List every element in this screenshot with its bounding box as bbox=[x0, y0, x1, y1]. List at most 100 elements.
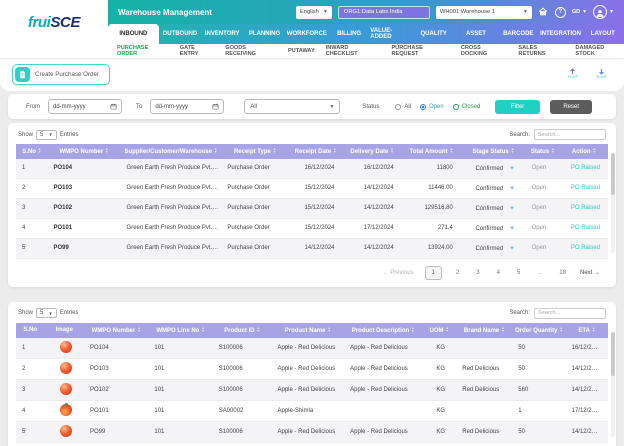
column-header[interactable]: Product Name ▲ ▼ bbox=[271, 322, 345, 338]
page-number[interactable]: 1 bbox=[424, 265, 442, 280]
order-line-row[interactable]: 1 PO104 101 S100006 Apple - Red Deliciou… bbox=[16, 337, 608, 359]
status-radio-option[interactable]: All bbox=[395, 103, 411, 110]
language-select[interactable]: English ▼ bbox=[295, 5, 332, 19]
sort-icon[interactable]: ▲ ▼ bbox=[390, 147, 393, 154]
column-header[interactable]: Product ID ▲ ▼ bbox=[212, 322, 272, 338]
sort-icon[interactable]: ▲ ▼ bbox=[592, 326, 595, 333]
user-initials-menu[interactable]: GD ▼ bbox=[572, 9, 587, 15]
filter-button[interactable]: Filter bbox=[494, 99, 541, 114]
column-header[interactable]: Receipt Date ▲ ▼ bbox=[288, 144, 343, 159]
nav-tab-workforce[interactable]: WORKFORCE bbox=[286, 24, 328, 44]
column-header[interactable]: Product Description ▲ ▼ bbox=[344, 322, 423, 338]
nav-tab-inventory[interactable]: INVENTORY bbox=[201, 24, 243, 44]
search-input[interactable] bbox=[534, 307, 606, 319]
column-header[interactable]: UOM ▲ ▼ bbox=[422, 322, 457, 338]
page-number[interactable]: 5 bbox=[514, 268, 523, 278]
status-radio-option[interactable]: Open bbox=[420, 103, 444, 110]
sort-icon[interactable]: ▲ ▼ bbox=[559, 326, 562, 333]
column-header[interactable]: Order Quantity ▲ ▼ bbox=[512, 322, 566, 338]
sort-icon[interactable]: ▲ ▼ bbox=[446, 326, 449, 333]
column-header[interactable]: S.No▲▼ bbox=[16, 144, 48, 159]
subnav-item-damaged-stock[interactable]: DAMAGED STOCK bbox=[575, 45, 624, 57]
column-header[interactable]: Supplier/Customer/Warehouse ▲ ▼ bbox=[120, 144, 222, 159]
sort-icon[interactable]: ▲ ▼ bbox=[450, 147, 453, 154]
column-header[interactable]: Receipt Type ▲ ▼ bbox=[221, 144, 289, 159]
to-date-input[interactable]: dd-mm-yyyy bbox=[150, 99, 225, 114]
subnav-item-goods-receiving[interactable]: GOODS RECEIVING bbox=[225, 45, 277, 57]
create-purchase-order-button[interactable]: Create Purchase Order bbox=[12, 64, 110, 85]
order-row[interactable]: 4 PO101 Green Earth Fresh Produce Pvt. L… bbox=[16, 218, 608, 239]
subnav-item-gate-entry[interactable]: GATE ENTRY bbox=[180, 45, 214, 57]
order-line-row[interactable]: 4 PO101 101 SA00002 Apple-Shimla KG 1 17… bbox=[16, 400, 608, 422]
subnav-item-putaway[interactable]: PUTAWAY bbox=[288, 48, 315, 54]
help-icon[interactable]: ? bbox=[554, 6, 566, 18]
nav-tab-layout[interactable]: LAYOUT bbox=[582, 24, 624, 44]
column-header[interactable]: Total Amount ▲ ▼ bbox=[401, 144, 461, 159]
nav-tab-value-added[interactable]: VALUE-ADDED bbox=[370, 24, 412, 44]
page-number[interactable]: 18 bbox=[556, 268, 569, 278]
column-header[interactable]: WMPO Number ▲ ▼ bbox=[47, 144, 121, 159]
order-row[interactable]: 2 PO103 Green Earth Fresh Produce Pvt. L… bbox=[16, 178, 608, 199]
column-header[interactable]: Brand Name ▲ ▼ bbox=[456, 322, 513, 338]
page-size-select[interactable]: 5 ▼ bbox=[36, 308, 57, 319]
sort-icon[interactable]: ▲ ▼ bbox=[137, 326, 140, 333]
po-raised-link[interactable]: PO Raised bbox=[559, 238, 608, 259]
sort-icon[interactable]: ▲ ▼ bbox=[333, 147, 336, 154]
nav-tab-barcode[interactable]: BARCODE bbox=[497, 24, 539, 44]
order-line-row[interactable]: 2 PO103 101 S100006 Apple - Red Deliciou… bbox=[16, 358, 608, 380]
sort-icon[interactable]: ▲ ▼ bbox=[501, 326, 504, 333]
sort-icon[interactable]: ▲ ▼ bbox=[327, 326, 330, 333]
column-header[interactable]: Status ▲ ▼ bbox=[525, 144, 560, 159]
sort-icon[interactable]: ▲ ▼ bbox=[593, 147, 596, 154]
column-header[interactable]: Action ▲ ▼ bbox=[559, 144, 608, 159]
po-raised-link[interactable]: PO Raised bbox=[559, 158, 608, 179]
stage-expand-icon[interactable]: + bbox=[510, 185, 514, 192]
page-number[interactable]: 4 bbox=[494, 268, 503, 278]
po-raised-link[interactable]: PO Raised bbox=[559, 178, 608, 199]
profile-menu[interactable]: ▼ bbox=[593, 5, 614, 19]
page-number[interactable]: 3 bbox=[473, 268, 482, 278]
subnav-item-purchase-order[interactable]: PURCHASE ORDER bbox=[117, 45, 169, 57]
stage-expand-icon[interactable]: + bbox=[510, 165, 514, 172]
order-line-row[interactable]: 3 PO102 101 S100006 Apple - Red Deliciou… bbox=[16, 379, 608, 401]
sort-icon[interactable]: ▲ ▼ bbox=[105, 147, 108, 154]
subnav-item-sales-returns[interactable]: SALES RETURNS bbox=[518, 45, 564, 57]
vertical-scrollbar[interactable] bbox=[611, 153, 615, 253]
stage-expand-icon[interactable]: + bbox=[510, 225, 514, 232]
nav-tab-planning[interactable]: PLANNING bbox=[243, 24, 285, 44]
next-button[interactable]: Next → bbox=[580, 270, 600, 276]
column-header[interactable]: ETA ▲ ▼ bbox=[565, 322, 608, 338]
previous-button[interactable]: ← Previous bbox=[383, 270, 414, 276]
page-number[interactable]: ... bbox=[534, 268, 545, 278]
upload-icon[interactable] bbox=[566, 66, 579, 84]
page-size-select[interactable]: 5 ▼ bbox=[36, 129, 57, 140]
column-header[interactable]: Image▲▼ bbox=[44, 322, 85, 338]
subnav-item-inward-checklist[interactable]: INWARD CHECKLIST bbox=[326, 45, 381, 57]
nav-tab-asset[interactable]: ASSET bbox=[455, 24, 497, 44]
type-filter-select[interactable]: All ▼ bbox=[244, 99, 341, 114]
po-raised-link[interactable]: PO Raised bbox=[559, 198, 608, 219]
reset-button[interactable]: Reset bbox=[550, 99, 592, 114]
sort-icon[interactable]: ▲ ▼ bbox=[201, 326, 204, 333]
from-date-input[interactable]: dd-mm-yyyy bbox=[48, 99, 122, 114]
sort-icon[interactable]: ▲ ▼ bbox=[411, 326, 414, 333]
order-row[interactable]: 1 PO104 Green Earth Fresh Produce Pvt. L… bbox=[16, 158, 608, 179]
vertical-scrollbar[interactable] bbox=[611, 331, 615, 437]
order-line-row[interactable]: 5 PO99 101 S100006 Apple - Red Delicious… bbox=[16, 421, 608, 443]
order-row[interactable]: 3 PO102 Green Earth Fresh Produce Pvt. L… bbox=[16, 198, 608, 219]
sort-icon[interactable]: ▲ ▼ bbox=[511, 147, 514, 154]
order-row[interactable]: 5 PO99 Green Earth Fresh Produce Pvt. Lt… bbox=[16, 238, 608, 259]
sort-icon[interactable]: ▲ ▼ bbox=[214, 147, 217, 154]
warehouse-select[interactable]: WH001:Warehouse 1 ▼ bbox=[435, 5, 532, 19]
sort-icon[interactable]: ▲ ▼ bbox=[257, 326, 260, 333]
sort-icon[interactable]: ▲ ▼ bbox=[551, 147, 554, 154]
column-header[interactable]: WMPO Line No ▲ ▼ bbox=[148, 322, 213, 338]
nav-tab-quality[interactable]: QUALITY bbox=[413, 24, 455, 44]
status-radio-option[interactable]: Closed bbox=[452, 103, 480, 110]
nav-tab-integration[interactable]: INTEGRATION bbox=[539, 24, 581, 44]
po-raised-link[interactable]: PO Raised bbox=[559, 218, 608, 239]
search-input[interactable] bbox=[534, 129, 606, 140]
nav-tab-outbound[interactable]: OUTBOUND bbox=[159, 24, 201, 44]
organization-field[interactable]: ORG1:Data Labs India bbox=[337, 5, 430, 19]
home-icon[interactable] bbox=[538, 7, 549, 18]
